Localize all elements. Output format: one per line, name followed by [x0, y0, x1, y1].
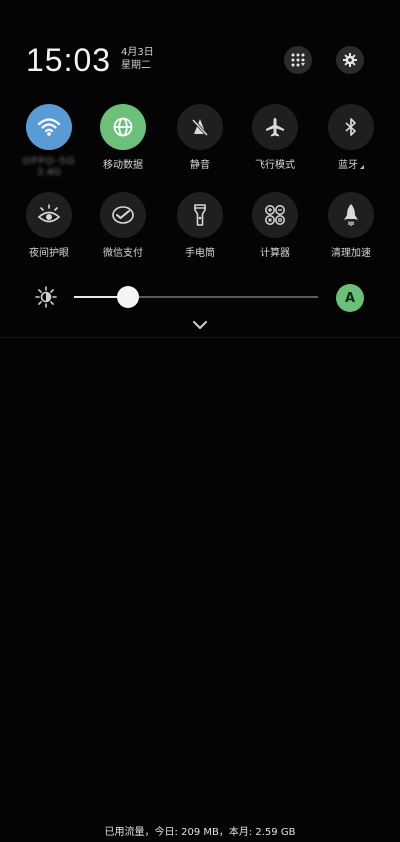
tile-airplane-mode[interactable]: 飞行模式 — [238, 104, 312, 171]
clock-time: 15:03 — [26, 42, 112, 78]
tile-wechat-pay[interactable]: 微信支付 — [86, 192, 160, 259]
bluetooth-icon — [345, 118, 356, 136]
eye-icon — [37, 204, 61, 223]
date-block: 4月3日 星期二 — [121, 46, 154, 72]
weekday-text: 星期二 — [121, 60, 151, 71]
tile-label: 手电筒 — [185, 248, 215, 259]
panel-divider — [0, 337, 400, 338]
globe-icon — [113, 117, 133, 137]
tile-label: 清理加速 — [331, 248, 371, 259]
brightness-icon — [35, 286, 57, 308]
tile-mobile-data[interactable]: 移动数据 — [86, 104, 160, 171]
expand-corner-icon — [360, 165, 364, 169]
bluetooth-toggle[interactable] — [328, 104, 374, 150]
toggle-row-1: OPPO-5G 2.4G 移动数据 静音 飞行模式 蓝牙 — [0, 104, 400, 178]
wechat-pay-button[interactable] — [100, 192, 146, 238]
tile-label: 计算器 — [260, 248, 290, 259]
flashlight-icon — [194, 204, 206, 226]
eye-care-toggle[interactable] — [26, 192, 72, 238]
mute-icon — [191, 118, 209, 137]
toggle-row-2: 夜间护眼 微信支付 手电筒 计算器 清理加速 — [0, 192, 400, 262]
edit-tiles-button[interactable] — [284, 46, 312, 74]
wifi-band: 2.4G — [37, 167, 61, 178]
tile-bluetooth[interactable]: 蓝牙 — [314, 104, 388, 171]
wifi-network-name: OPPO-5G — [22, 156, 76, 167]
wechat-pay-icon — [112, 206, 134, 224]
airplane-icon — [266, 118, 284, 137]
chevron-down-icon[interactable] — [189, 318, 211, 332]
tile-label: 微信支付 — [103, 248, 143, 259]
quick-settings-panel: 15:03 4月3日 星期二 OPPO-5G 2.4G 移动数据 静音 飞行模式… — [0, 0, 400, 842]
status-header: 15:03 4月3日 星期二 — [26, 40, 374, 86]
wifi-icon — [37, 118, 61, 136]
cleanup-button[interactable] — [328, 192, 374, 238]
rocket-icon — [344, 204, 358, 226]
grid-edit-icon — [291, 53, 305, 67]
tile-mute[interactable]: 静音 — [163, 104, 237, 171]
tile-calculator[interactable]: 计算器 — [238, 192, 312, 259]
tile-label: 静音 — [190, 160, 210, 171]
mute-toggle[interactable] — [177, 104, 223, 150]
gear-icon — [343, 53, 357, 67]
wifi-toggle[interactable] — [26, 104, 72, 150]
tile-label-with-settings: 蓝牙 — [314, 156, 388, 171]
tile-night-eye-care[interactable]: 夜间护眼 — [12, 192, 86, 259]
auto-brightness-button[interactable]: A — [336, 284, 364, 312]
calculator-icon — [265, 205, 285, 225]
brightness-slider-track[interactable] — [74, 296, 318, 298]
tile-wifi[interactable]: OPPO-5G 2.4G — [12, 104, 86, 178]
date-text: 4月3日 — [121, 47, 154, 58]
settings-button[interactable] — [336, 46, 364, 74]
tile-label: 移动数据 — [103, 160, 143, 171]
tile-label: 飞行模式 — [255, 160, 295, 171]
mobile-data-toggle[interactable] — [100, 104, 146, 150]
flashlight-toggle[interactable] — [177, 192, 223, 238]
tile-label-text: 蓝牙 — [338, 160, 358, 171]
airplane-toggle[interactable] — [252, 104, 298, 150]
tile-cleanup-boost[interactable]: 清理加速 — [314, 192, 388, 259]
calculator-button[interactable] — [252, 192, 298, 238]
tile-label: 夜间护眼 — [29, 248, 69, 259]
tile-flashlight[interactable]: 手电筒 — [163, 192, 237, 259]
brightness-slider-thumb[interactable] — [116, 286, 139, 308]
brightness-control: A — [30, 282, 370, 312]
data-usage-text: 已用流量，今日: 209 MB，本月: 2.59 GB — [104, 827, 296, 838]
